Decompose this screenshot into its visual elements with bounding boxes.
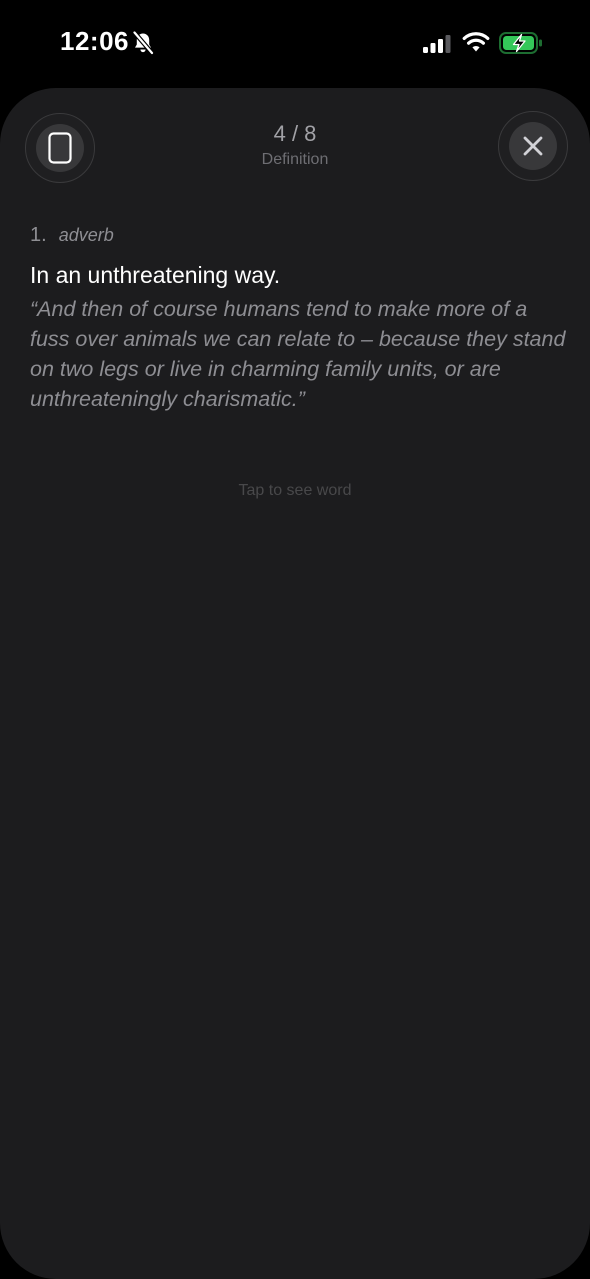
close-button-inner <box>509 122 557 170</box>
tap-to-see-word-hint[interactable]: Tap to see word <box>0 482 590 500</box>
card-side-label: Definition <box>261 151 329 168</box>
battery-charging-icon <box>499 32 542 54</box>
definition-number: 1. <box>30 224 47 246</box>
cellular-signal-icon <box>423 35 451 53</box>
example-sentence: “And then of course humans tend to make … <box>30 297 566 411</box>
status-time: 12:06 <box>60 26 129 56</box>
card-mode-button[interactable] <box>25 113 95 183</box>
part-of-speech: adverb <box>58 225 114 245</box>
header-center: 4 / 8 Definition <box>195 120 395 171</box>
close-button[interactable] <box>498 111 568 181</box>
status-bar: 12:06 <box>0 0 590 88</box>
card-icon <box>48 132 72 164</box>
definition-text: In an unthreatening way. <box>30 262 281 288</box>
flashcard-sheet: 4 / 8 Definition 1. adverb In an unthrea… <box>0 88 590 1279</box>
definition-block: 1. adverb In an unthreatening way. “And … <box>30 224 570 414</box>
progress-counter: 4 / 8 <box>273 121 317 146</box>
close-icon <box>523 136 543 156</box>
wifi-icon <box>462 32 490 52</box>
screen: 12:06 4 / 8 Definition 1. adverb In an u… <box>0 0 590 1279</box>
card-mode-button-inner <box>36 124 84 172</box>
definition-heading: 1. adverb <box>30 224 570 254</box>
bell-slash-icon <box>132 31 154 55</box>
